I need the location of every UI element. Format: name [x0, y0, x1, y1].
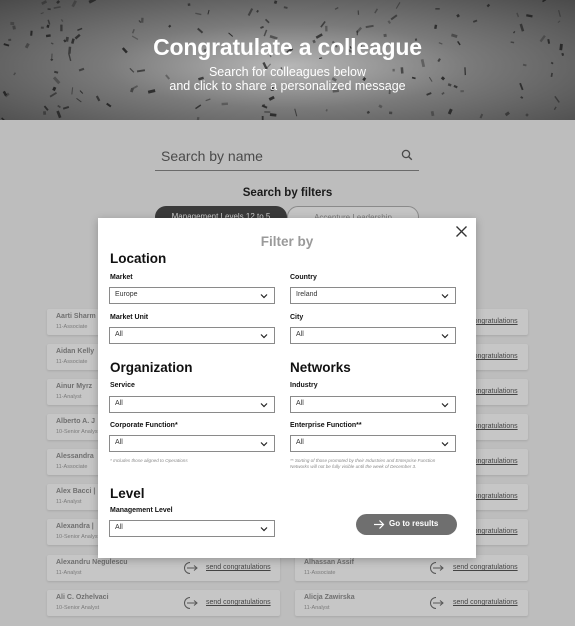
management-level-select[interactable]: All: [109, 520, 275, 537]
enterprise-function-label: Enterprise Function**: [290, 422, 362, 429]
colleague-name: Alessandra: [56, 453, 94, 460]
enterprise-function-select[interactable]: All: [290, 435, 456, 452]
corporate-function-select[interactable]: All: [109, 435, 275, 452]
chevron-down-icon: [260, 527, 268, 532]
colleague-name: Aidan Kelly: [56, 348, 95, 355]
send-congratulations-link[interactable]: send congratulations: [206, 599, 271, 606]
colleague-role: 11-Associate: [56, 464, 88, 470]
market-select[interactable]: Europe: [109, 287, 275, 304]
hero-banner: Congratulate a colleague Search for coll…: [0, 0, 575, 120]
colleague-card: Ali C. Ozhelvaci 10-Senior Analyst send …: [47, 590, 280, 616]
city-value: All: [296, 331, 304, 338]
country-label: Country: [290, 274, 317, 281]
colleague-name: Alicja Zawirska: [304, 594, 355, 601]
city-select[interactable]: All: [290, 327, 456, 344]
search-input[interactable]: Search by name: [161, 148, 263, 164]
colleague-name: Ainur Myrz: [56, 383, 93, 390]
corporate-function-note: * Includes those aligned to Operations: [110, 458, 188, 463]
colleague-name: Alexandra |: [56, 523, 94, 530]
search-bar[interactable]: Search by name: [155, 143, 419, 171]
send-arrow-icon[interactable]: [183, 596, 199, 610]
management-level-label: Management Level: [110, 507, 173, 514]
service-label: Service: [110, 382, 135, 389]
colleague-role: 11-Associate: [56, 324, 88, 330]
section-level: Level: [110, 486, 145, 501]
colleague-card: Alexandru Negulescu 11-Analyst send cong…: [47, 555, 280, 581]
industry-select[interactable]: All: [290, 396, 456, 413]
section-networks: Networks: [290, 360, 351, 375]
enterprise-function-value: All: [296, 439, 304, 446]
colleague-card: Alhassan Assif 11-Associate send congrat…: [295, 555, 528, 581]
market-unit-select[interactable]: All: [109, 327, 275, 344]
service-value: All: [115, 400, 123, 407]
industry-value: All: [296, 400, 304, 407]
colleague-role: 11-Associate: [56, 359, 88, 365]
chevron-down-icon: [260, 403, 268, 408]
corporate-function-label: Corporate Function*: [110, 422, 178, 429]
go-to-results-button[interactable]: Go to results: [356, 514, 457, 535]
filter-modal: Filter by Location Market Europe Country…: [98, 218, 476, 558]
industry-label: Industry: [290, 382, 318, 389]
send-congratulations-link[interactable]: send congratulations: [453, 564, 518, 571]
colleague-role: 10-Senior Analyst: [56, 605, 100, 611]
colleague-name: Ali C. Ozhelvaci: [56, 594, 109, 601]
send-congratulations-link[interactable]: send congratulations: [206, 564, 271, 571]
colleague-name: Alberto A. J: [56, 418, 96, 425]
service-select[interactable]: All: [109, 396, 275, 413]
hero-title: Congratulate a colleague: [153, 34, 422, 60]
modal-title: Filter by: [260, 234, 314, 249]
colleague-role: 11-Analyst: [56, 394, 82, 400]
search-icon[interactable]: [401, 149, 413, 161]
send-arrow-icon[interactable]: [429, 561, 445, 575]
management-level-value: All: [115, 524, 123, 531]
send-arrow-icon[interactable]: [429, 596, 445, 610]
chevron-down-icon: [260, 294, 268, 299]
market-value: Europe: [115, 291, 138, 298]
close-icon[interactable]: [455, 225, 468, 238]
colleague-name: Alexandru Negulescu: [56, 559, 128, 566]
colleague-name: Alex Bacci |: [56, 488, 96, 495]
city-label: City: [290, 314, 304, 321]
chevron-down-icon: [441, 334, 449, 339]
colleague-role: 10-Senior Analyst: [56, 429, 100, 435]
colleague-role: 11-Analyst: [304, 605, 330, 611]
filters-title: Search by filters: [242, 187, 333, 199]
chevron-down-icon: [441, 442, 449, 447]
chevron-down-icon: [260, 334, 268, 339]
chevron-down-icon: [441, 403, 449, 408]
chevron-down-icon: [260, 442, 268, 447]
hero-subtitle-line1: Search for colleagues below: [208, 65, 367, 79]
market-label: Market: [110, 274, 133, 281]
send-arrow-icon[interactable]: [183, 561, 199, 575]
colleague-role: 11-Analyst: [56, 570, 82, 576]
country-value: Ireland: [296, 291, 318, 298]
colleague-role: 11-Analyst: [56, 499, 82, 505]
colleague-role: 11-Associate: [304, 570, 336, 576]
market-unit-label: Market Unit: [110, 314, 149, 321]
country-select[interactable]: Ireland: [290, 287, 456, 304]
corporate-function-value: All: [115, 439, 123, 446]
colleague-name: Aarti Sharm: [56, 313, 96, 320]
arrow-right-icon: [374, 520, 385, 529]
section-location: Location: [110, 251, 167, 266]
enterprise-function-note: ** Sorting of those promoted by their In…: [290, 458, 436, 469]
send-congratulations-link[interactable]: send congratulations: [453, 599, 518, 606]
colleague-name: Alhassan Assif: [304, 559, 354, 566]
hero-subtitle-line2: and click to share a personalized messag…: [169, 79, 406, 93]
colleague-card: Alicja Zawirska 11-Analyst send congratu…: [295, 590, 528, 616]
chevron-down-icon: [441, 294, 449, 299]
market-unit-value: All: [115, 331, 123, 338]
section-organization: Organization: [110, 360, 193, 375]
go-to-results-label: Go to results: [389, 519, 439, 528]
colleague-role: 10-Senior Analyst: [56, 534, 100, 540]
